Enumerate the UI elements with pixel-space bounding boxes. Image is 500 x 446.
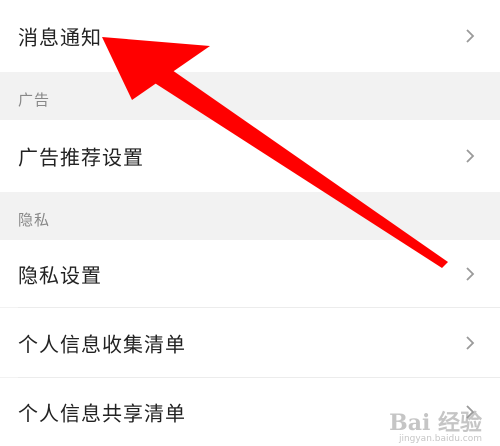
section-header-privacy: 隐私: [0, 192, 500, 240]
chevron-right-icon: [466, 149, 475, 163]
chevron-right-icon: [466, 29, 475, 43]
settings-row-info-sharing-list[interactable]: 个人信息共享清单: [0, 378, 500, 446]
section-title: 隐私: [18, 211, 51, 229]
chevron-right-icon: [466, 335, 475, 350]
section-title: 广告: [18, 91, 51, 109]
settings-row-notifications[interactable]: 消息通知: [0, 0, 500, 72]
chevron-right-icon: [466, 405, 475, 419]
settings-row-info-collection-list[interactable]: 个人信息收集清单: [0, 308, 500, 377]
settings-row-privacy[interactable]: 隐私设置: [0, 240, 500, 307]
row-label: 个人信息收集清单: [18, 332, 186, 356]
row-label: 隐私设置: [18, 263, 102, 287]
chevron-right-icon: [466, 266, 475, 281]
row-label: 个人信息共享清单: [18, 401, 186, 426]
section-header-ad: 广告: [0, 72, 500, 120]
row-label: 广告推荐设置: [18, 145, 144, 170]
row-label: 消息通知: [18, 25, 102, 50]
settings-row-ad-recommendation[interactable]: 广告推荐设置: [0, 120, 500, 192]
